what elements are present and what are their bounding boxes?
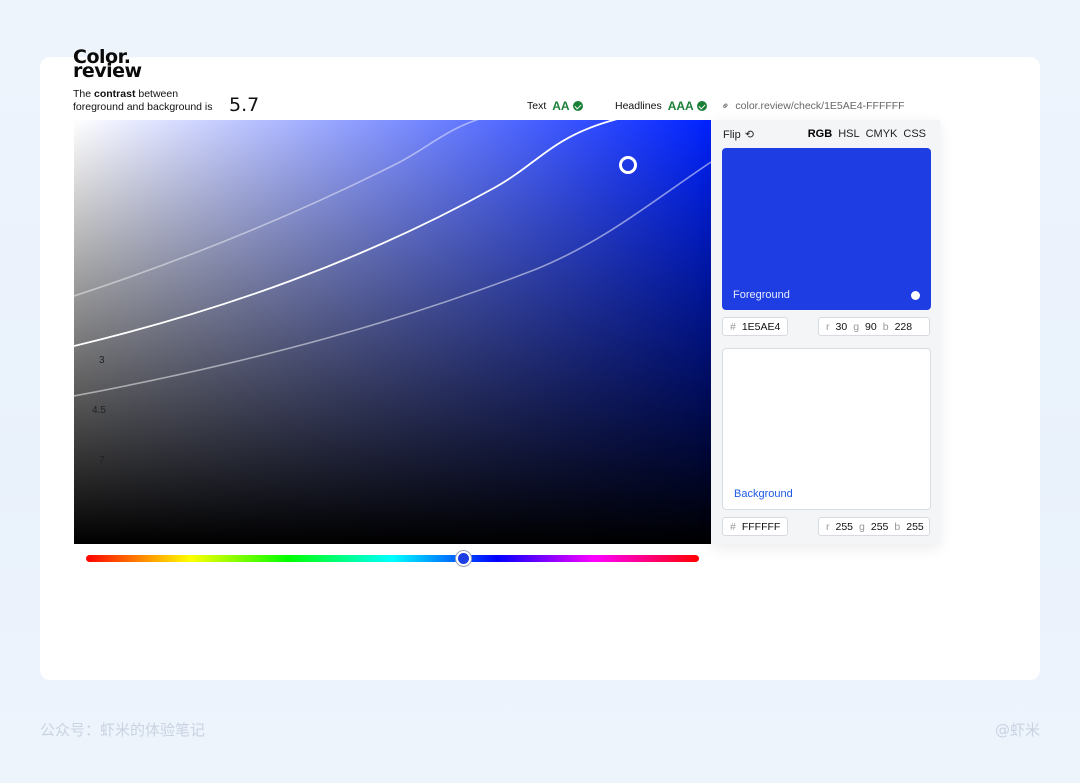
check-circle-icon xyxy=(572,101,583,111)
contrast-line-label-3: 3 xyxy=(99,355,105,366)
watermark-handle: @虾米 xyxy=(994,721,1040,739)
text-compliance-label: Text xyxy=(527,100,547,112)
contrast-line-label-4-5: 4.5 xyxy=(92,405,106,416)
flip-button[interactable]: Flip ⟲ xyxy=(723,128,754,142)
headlines-compliance-level: AAA xyxy=(667,99,694,113)
contrast-bold: contrast xyxy=(94,88,136,100)
color-picker-area[interactable] xyxy=(74,120,711,544)
fg-b-value[interactable]: 228 xyxy=(895,321,913,333)
color-panel: Flip ⟲ RGB HSL CMYK CSS Foreground # 1E5… xyxy=(711,120,940,544)
contrast-ratio-value: 5.7 xyxy=(229,94,260,116)
watermark-account: 公众号：虾米的体验笔记 xyxy=(40,721,206,739)
fg-r-value[interactable]: 30 xyxy=(836,321,848,333)
share-link[interactable]: ⚭ color.review/check/1E5AE4-FFFFFF xyxy=(719,99,904,113)
hue-slider[interactable] xyxy=(86,555,699,562)
text-compliance-level: AA xyxy=(552,99,570,113)
foreground-rgb-input[interactable]: r 30 g 90 b 228 xyxy=(818,317,930,336)
bg-r-value[interactable]: 255 xyxy=(836,521,854,533)
contrast-curves xyxy=(74,120,711,397)
link-icon: ⚭ xyxy=(719,99,734,113)
tab-rgb[interactable]: RGB xyxy=(808,128,832,140)
bg-g-value[interactable]: 255 xyxy=(871,521,889,533)
foreground-label: Foreground xyxy=(733,289,790,301)
tab-cmyk[interactable]: CMYK xyxy=(866,128,898,140)
headlines-compliance-label: Headlines xyxy=(615,100,662,112)
flip-label: Flip xyxy=(723,128,741,141)
contrast-line-label-7: 7 xyxy=(99,455,105,466)
background-label: Background xyxy=(734,488,793,500)
text-compliance: Text AA xyxy=(527,99,583,113)
background-rgb-input[interactable]: r 255 g 255 b 255 xyxy=(818,517,930,536)
selected-dot-icon xyxy=(911,291,920,300)
tab-hsl[interactable]: HSL xyxy=(838,128,859,140)
share-url[interactable]: color.review/check/1E5AE4-FFFFFF xyxy=(735,100,904,112)
bg-b-value[interactable]: 255 xyxy=(906,521,924,533)
hue-slider-handle[interactable] xyxy=(456,551,471,566)
refresh-icon: ⟲ xyxy=(744,129,754,141)
fg-g-value[interactable]: 90 xyxy=(865,321,877,333)
contrast-description: The contrast between foreground and back… xyxy=(73,88,213,113)
foreground-swatch[interactable]: Foreground xyxy=(722,148,931,310)
color-review-logo[interactable]: Color. review xyxy=(73,48,153,81)
picker-handle[interactable] xyxy=(619,156,637,174)
foreground-hex-input[interactable]: # 1E5AE4 xyxy=(722,317,788,336)
tab-css[interactable]: CSS xyxy=(903,128,926,140)
headlines-compliance: Headlines AAA xyxy=(615,99,707,113)
background-hex-input[interactable]: # FFFFFF xyxy=(722,517,788,536)
background-swatch[interactable]: Background xyxy=(722,348,931,510)
check-circle-icon xyxy=(696,101,707,111)
color-mode-tabs: RGB HSL CMYK CSS xyxy=(808,128,926,140)
